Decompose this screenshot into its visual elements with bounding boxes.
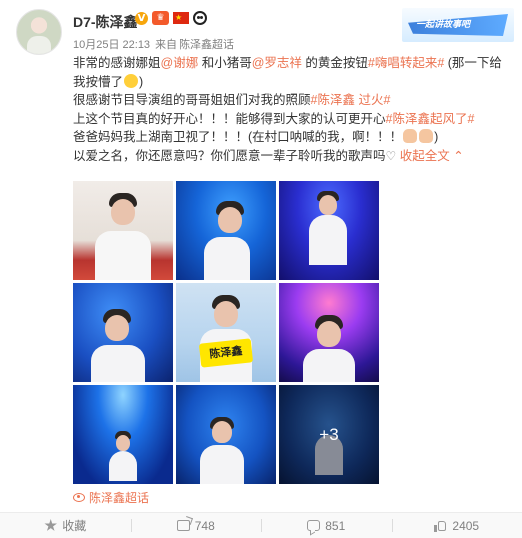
post-line-4: 爸爸妈妈我上湖南卫视了！！！(在村口呐喊的我，啊！！！) [73,128,513,147]
super-topic-label: 陈泽鑫超话 [89,489,149,506]
post-line-2: 很感谢节目导演组的哥哥姐姐们对我的照顾#陈泽鑫 过火# [73,91,513,110]
collapse-label: 收起全文 [400,149,450,163]
post-timestamp[interactable]: 10月25日 22:13 [73,39,150,51]
pray-emoji-icon [419,129,433,143]
avatar[interactable] [16,9,62,55]
weibo-post-card: D7-陈泽鑫 V ♛ ★ 一起讲故事吧 10月25日 22:13来自陈泽鑫超话 … [0,0,522,537]
post-text: 非常的感谢娜姐@谢娜 和小猪哥@罗志祥 的黄金按钮#嗨唱转起来# (那一下给我按… [73,54,513,165]
post-line-3: 上这个节目真的好开心！！！能够得到大家的认可更开心#陈泽鑫起风了# [73,110,513,129]
text-segment: 非常的感谢娜姐 [73,56,161,70]
super-topic-link[interactable]: 陈泽鑫超话 [73,489,149,506]
comment-button[interactable]: 851 [261,513,392,538]
favorite-button[interactable]: 收藏 [0,513,131,538]
photo-thumbnail[interactable] [73,283,173,382]
source-prefix: 来自 [155,39,177,51]
like-button[interactable]: 2405 [392,513,522,538]
text-segment: 爸爸妈妈我上湖南卫视了！！！(在村口呐喊的我，啊！！！ [73,130,402,144]
mention-luozhixiang[interactable]: @罗志祥 [252,56,302,70]
photo-grid: 陈泽鑫 +3 [73,181,379,484]
chevron-up-icon: ⌃ [453,149,463,163]
banner-text: 一起讲故事吧 [416,17,470,30]
text-segment: ) [434,130,438,144]
post-source-link[interactable]: 陈泽鑫超话 [179,39,234,51]
photo-thumbnail[interactable] [279,181,379,280]
super-topic-icon [73,493,85,502]
crown-icon[interactable]: ♛ [152,11,169,25]
photo-thumbnail[interactable] [73,181,173,280]
heart-icon: ♡ [386,149,397,163]
china-flag-icon: ★ [173,12,189,24]
laughing-emoji-icon [124,74,138,88]
photo-thumbnail-more[interactable]: +3 [279,385,379,484]
hashtag-link[interactable]: #嗨唱转起来# [368,56,444,70]
mention-xiena[interactable]: @谢娜 [161,56,199,70]
post-line-1: 非常的感谢娜姐@谢娜 和小猪哥@罗志祥 的黄金按钮#嗨唱转起来# (那一下给我按… [73,54,513,91]
hashtag-link[interactable]: #陈泽鑫 过火# [311,93,391,107]
text-segment: 以爱之名，你还愿意吗？你们愿意一辈子聆听我的歌声吗 [73,149,386,163]
more-photos-overlay[interactable]: +3 [279,385,379,484]
favorite-label: 收藏 [62,517,86,534]
username[interactable]: D7-陈泽鑫 [73,12,138,32]
user-badges: V ♛ ★ [135,11,207,25]
text-segment: 的黄金按钮 [302,56,368,70]
share-count: 748 [195,519,215,533]
photo-thumbnail[interactable] [73,385,173,484]
super-topic-banner[interactable]: 一起讲故事吧 [402,8,514,42]
photo-thumbnail[interactable] [279,283,379,382]
pray-emoji-icon [403,129,417,143]
post-meta: 10月25日 22:13 来自陈泽鑫超话 [73,36,239,52]
comment-count: 851 [325,519,345,533]
like-count: 2405 [452,519,479,533]
hashtag-link[interactable]: #陈泽鑫起风了# [386,112,475,126]
text-segment: ) [139,75,143,89]
collapse-text-link[interactable]: 收起全文 ⌃ [400,149,464,163]
verified-v-icon[interactable]: V [135,12,148,25]
text-segment: 很感谢节目导演组的哥哥姐姐们对我的照顾 [73,93,311,107]
photo-thumbnail[interactable] [176,385,276,484]
photo-thumbnail[interactable]: 陈泽鑫 [176,283,276,382]
panda-icon [193,11,207,25]
text-segment: 上这个节目真的好开心！！！能够得到大家的认可更开心 [73,112,386,126]
action-bar: 收藏 748 851 2405 [0,512,522,538]
post-line-5: 以爱之名，你还愿意吗？你们愿意一辈子聆听我的歌声吗♡ 收起全文 ⌃ [73,147,513,166]
photo-thumbnail[interactable] [176,181,276,280]
share-icon [177,520,190,531]
share-button[interactable]: 748 [131,513,262,538]
thumbs-up-icon [434,520,447,532]
text-segment: 和小猪哥 [198,56,251,70]
comment-icon [307,520,320,531]
star-icon [44,519,57,532]
